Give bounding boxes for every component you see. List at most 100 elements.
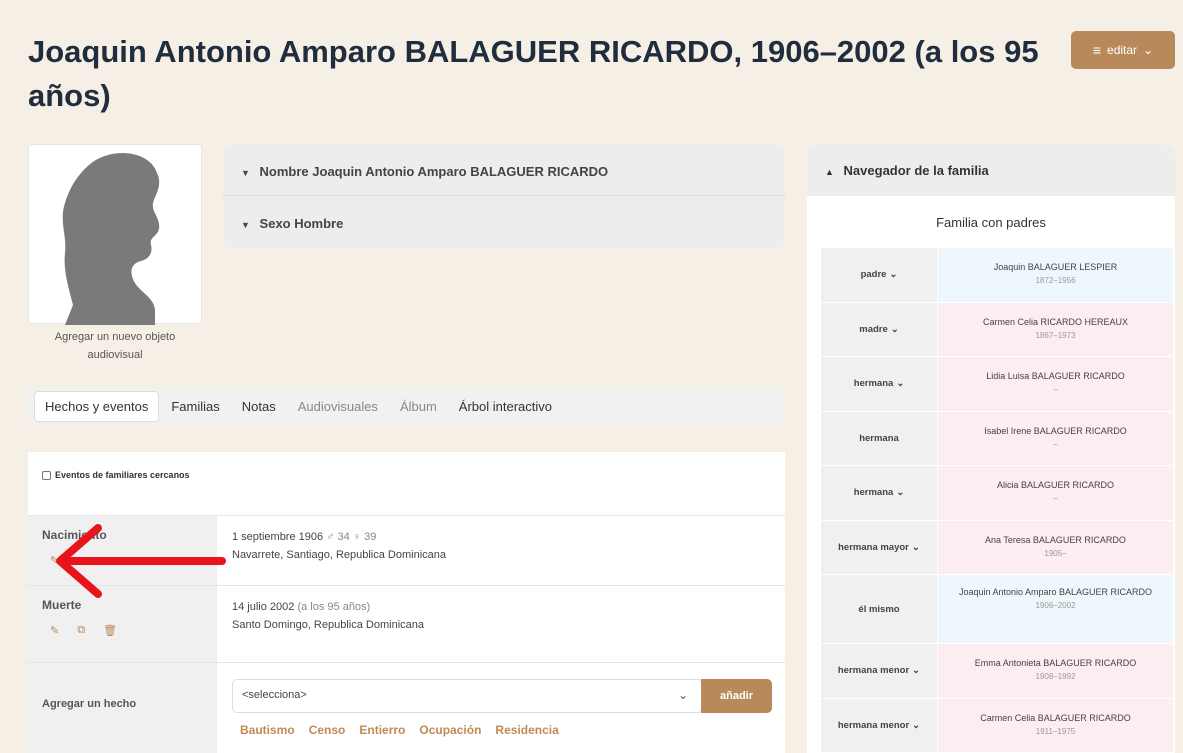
person-link[interactable]: Carmen Celia BALAGUER RICARDO 1911–1975	[938, 698, 1173, 752]
chevron-down-icon: ⌄	[677, 688, 688, 702]
fact-place[interactable]: Santo Domingo, Republica Dominicana	[232, 619, 424, 631]
relationship-cell[interactable]: hermana ⌄	[821, 466, 937, 520]
checkbox[interactable]	[42, 470, 51, 480]
name-toggle[interactable]: ▼ Nombre Joaquin Antonio Amparo BALAGUER…	[241, 164, 608, 179]
name-label: Nombre Joaquin Antonio Amparo BALAGUER R…	[259, 164, 609, 179]
fact-date: 14 julio 2002	[232, 601, 295, 613]
menu-icon: ≡	[1092, 42, 1102, 58]
parents-ages: ♂ 34 ♀ 39	[326, 531, 377, 543]
sex-label: Sexo Hombre	[259, 216, 344, 231]
person-name: Isabel Irene BALAGUER RICARDO	[984, 425, 1127, 436]
person-name: Joaquin BALAGUER LESPIER	[993, 262, 1118, 272]
edit-label: editar	[1107, 43, 1138, 57]
add-fact-button[interactable]: añadir	[701, 679, 772, 713]
person-years: 1906–2002	[1035, 601, 1076, 610]
family-navigator: ▲ Navegador de la familia Familia con pa…	[807, 145, 1175, 753]
person-link[interactable]: Lidia Luisa BALAGUER RICARDO –	[938, 357, 1173, 411]
person-link[interactable]: Emma Antonieta BALAGUER RICARDO 1908–1992	[938, 644, 1173, 698]
facts-panel: Eventos de familiares cercanos Nacimient…	[28, 452, 785, 753]
chevron-down-icon: ⌄	[890, 323, 899, 335]
tab-media[interactable]: Audiovisuales	[288, 392, 388, 421]
person-name: Ana Teresa BALAGUER RICARDO	[985, 534, 1126, 545]
relationship-label: padre	[860, 269, 887, 281]
copy-icon[interactable]: ⧉	[77, 624, 85, 637]
caret-down-icon: ▼	[241, 168, 250, 178]
family-row: él mismo Joaquin Antonio Amparo BALAGUER …	[821, 575, 1173, 644]
person-link[interactable]: Alicia BALAGUER RICARDO –	[938, 466, 1173, 520]
relationship-cell[interactable]: madre ⌄	[821, 302, 937, 356]
fact-place[interactable]: Navarrete, Santiago, Republica Dominican…	[232, 549, 446, 561]
tab-facts[interactable]: Hechos y eventos	[34, 390, 160, 422]
relationship-cell[interactable]: padre ⌄	[821, 248, 937, 302]
person-link[interactable]: Ana Teresa BALAGUER RICARDO 1905–	[938, 520, 1173, 574]
family-row: hermana menor ⌄ Emma Antonieta BALAGUER RI…	[821, 644, 1173, 699]
relationship-label: hermana	[853, 378, 894, 390]
navigator-rows: padre ⌄ Joaquin BALAGUER LESPIER 1872–1956 m…	[821, 248, 1173, 753]
page-title: Joaquin Antonio Amparo BALAGUER RICARDO,…	[28, 34, 1039, 113]
individual-page: Joaquin Antonio Amparo BALAGUER RICARDO,…	[0, 0, 1183, 753]
person-name: Joaquin Antonio Amparo BALAGUER RICARDO	[958, 587, 1153, 597]
tab-families[interactable]: Familias	[161, 392, 229, 421]
person-name: Carmen Celia RICARDO HEREAUX	[982, 316, 1129, 327]
person-link[interactable]: Joaquin BALAGUER LESPIER 1872–1956	[938, 248, 1173, 302]
quick-facts: Bautismo Censo Entierro Ocupación Reside…	[240, 723, 559, 737]
quick-fact-baptism[interactable]: Bautismo	[240, 723, 295, 737]
tab-bar: Hechos y eventos Familias Notas Audiovis…	[28, 387, 785, 425]
chevron-down-icon: ⌄	[911, 541, 920, 553]
chevron-down-icon: ⌄	[1143, 43, 1154, 57]
quick-fact-residence[interactable]: Residencia	[495, 723, 558, 737]
relationship-cell: él mismo	[821, 575, 937, 643]
person-years: 1867–1973	[1035, 330, 1076, 340]
fact-label: Muerte	[42, 598, 82, 612]
fact-type-select[interactable]: <selecciona> ⌄	[232, 679, 703, 713]
tab-interactive-tree[interactable]: Árbol interactivo	[449, 392, 562, 421]
edit-menu-button[interactable]: ≡ editar ⌄	[1071, 31, 1175, 69]
close-relatives-label: Eventos de familiares cercanos	[55, 470, 190, 480]
quick-fact-census[interactable]: Censo	[309, 723, 346, 737]
family-row: hermana ⌄ Alicia BALAGUER RICARDO –	[821, 466, 1173, 521]
relationship-label: hermana mayor	[838, 541, 909, 553]
navigator-toggle[interactable]: ▲ Navegador de la familia	[807, 145, 1175, 196]
relationship-label: hermana menor	[837, 719, 910, 731]
navigator-subtitle: Familia con padres	[936, 215, 1046, 230]
person-years: 1908–1992	[1035, 672, 1076, 681]
person-link[interactable]: Joaquin Antonio Amparo BALAGUER RICARDO 1…	[938, 575, 1173, 643]
person-years: –	[1053, 439, 1058, 449]
person-years: 1872–1956	[1035, 276, 1076, 285]
navigator-title: Navegador de la familia	[843, 163, 989, 178]
red-arrow-annotation	[56, 524, 226, 598]
photo-frame[interactable]	[28, 144, 202, 325]
person-years: 1905–	[1044, 548, 1067, 558]
add-media-link[interactable]: Agregar un nuevo objeto audiovisual	[28, 328, 202, 364]
person-name: Carmen Celia BALAGUER RICARDO	[980, 712, 1131, 723]
family-row: hermana Isabel Irene BALAGUER RICARDO –	[821, 411, 1173, 466]
quick-fact-burial[interactable]: Entierro	[359, 723, 405, 737]
quick-fact-occupation[interactable]: Ocupación	[419, 723, 481, 737]
family-row: hermana mayor ⌄ Ana Teresa BALAGUER RICARD…	[821, 520, 1173, 575]
tab-album[interactable]: Álbum	[390, 392, 447, 421]
person-link[interactable]: Carmen Celia RICARDO HEREAUX 1867–1973	[938, 302, 1173, 356]
person-years: –	[1053, 494, 1058, 503]
family-row: hermana ⌄ Lidia Luisa BALAGUER RICARDO –	[821, 357, 1173, 412]
trash-icon[interactable]: 🗑	[103, 624, 117, 637]
relationship-cell[interactable]: hermana mayor ⌄	[821, 520, 937, 574]
relationship-label: él mismo	[858, 603, 900, 615]
add-fact-label: Agregar un hecho	[42, 698, 137, 710]
caret-down-icon: ▼	[241, 220, 250, 230]
family-row: madre ⌄ Carmen Celia RICARDO HEREAUX 1867–1…	[821, 302, 1173, 357]
tab-notes[interactable]: Notas	[232, 392, 286, 421]
family-row: padre ⌄ Joaquin BALAGUER LESPIER 1872–1956	[821, 248, 1173, 303]
fact-date: 1 septiembre 1906	[232, 531, 324, 543]
close-relatives-toggle[interactable]: Eventos de familiares cercanos	[42, 470, 190, 480]
add-fact-row: Agregar un hecho <selecciona> ⌄ añadir B…	[28, 662, 785, 753]
person-link[interactable]: Isabel Irene BALAGUER RICARDO –	[938, 411, 1173, 465]
relationship-cell[interactable]: hermana menor ⌄	[821, 698, 937, 752]
select-value: <selecciona>	[242, 689, 307, 701]
person-name: Emma Antonieta BALAGUER RICARDO	[974, 658, 1137, 668]
sex-toggle[interactable]: ▼ Sexo Hombre	[241, 216, 343, 231]
relationship-cell[interactable]: hermana ⌄	[821, 357, 937, 411]
divider	[223, 195, 785, 196]
relationship-cell[interactable]: hermana menor ⌄	[821, 644, 937, 698]
pencil-icon[interactable]: ✎	[50, 624, 59, 637]
family-row: hermana menor ⌄ Carmen Celia BALAGUER RICA…	[821, 698, 1173, 753]
